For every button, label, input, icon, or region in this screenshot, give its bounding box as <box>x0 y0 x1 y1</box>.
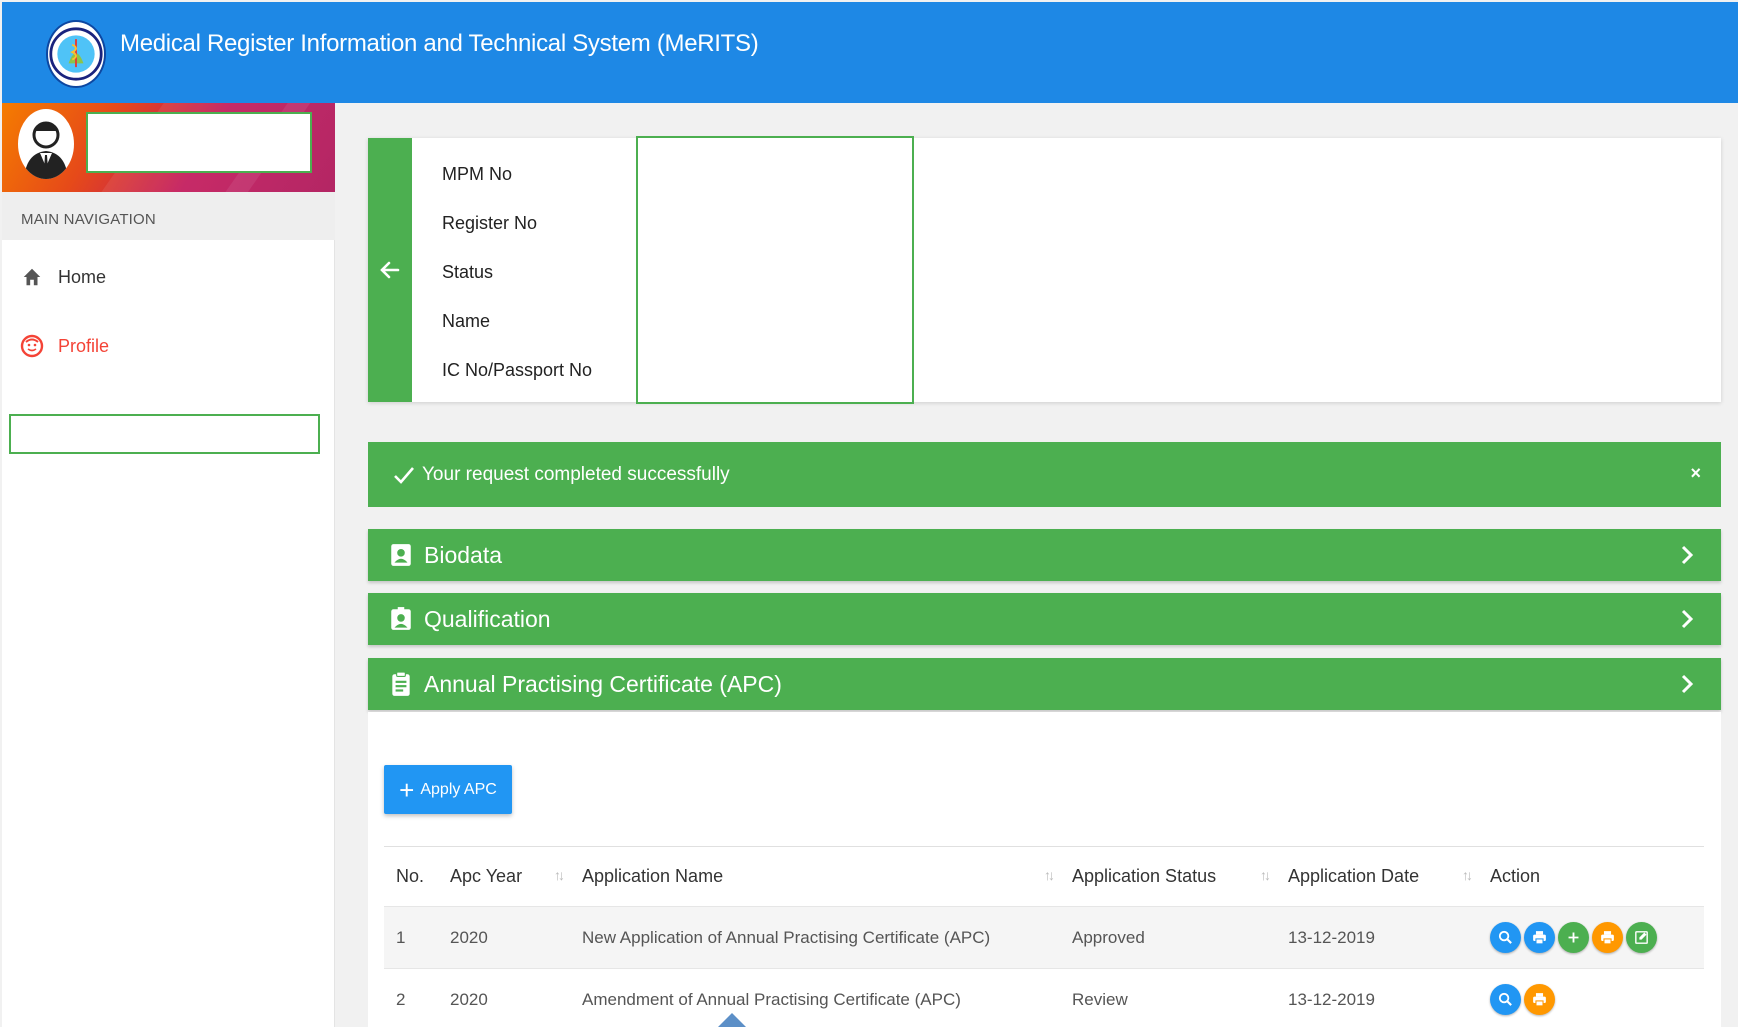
sidebar-item-label: Profile <box>58 335 110 356</box>
cell-no: 1 <box>384 906 438 969</box>
sort-icon: ↑↓ <box>1260 867 1271 883</box>
success-alert: Your request completed successfully × <box>368 442 1721 507</box>
edit-button[interactable] <box>1626 922 1657 953</box>
table-row: 2 2020 Amendment of Annual Practising Ce… <box>384 968 1704 1027</box>
col-apc-year[interactable]: Apc Year ↑↓ <box>438 846 570 907</box>
view-button[interactable] <box>1490 922 1521 953</box>
cell-date: 13-12-2019 <box>1276 906 1478 969</box>
tooltip-pointer <box>718 1013 746 1027</box>
printer-icon <box>1601 931 1614 945</box>
alert-message: Your request completed successfully <box>422 463 730 485</box>
cell-actions <box>1478 968 1704 1027</box>
check-icon <box>394 466 414 484</box>
cell-status: Review <box>1060 968 1276 1027</box>
search-icon <box>1498 930 1512 944</box>
profile-card: MPM No Register No Status Name IC No/Pas… <box>368 136 1721 404</box>
panel-label: Qualification <box>424 605 551 632</box>
edit-icon <box>1635 931 1648 944</box>
plus-icon: + <box>399 774 415 805</box>
chevron-right-icon <box>1681 674 1694 694</box>
user-panel <box>2 103 335 192</box>
arrow-left-icon <box>380 261 400 279</box>
cell-no: 2 <box>384 968 438 1027</box>
col-action: Action <box>1478 846 1704 907</box>
label-name: Name <box>442 311 491 331</box>
badge-icon <box>391 607 411 630</box>
nav-header: MAIN NAVIGATION <box>2 192 335 240</box>
sort-icon: ↑↓ <box>1044 867 1055 883</box>
print-button[interactable] <box>1524 922 1555 953</box>
home-icon <box>20 265 44 289</box>
close-icon[interactable]: × <box>1690 463 1701 484</box>
user-name-box <box>86 112 312 173</box>
chevron-right-icon <box>1681 609 1694 629</box>
sidebar: MAIN NAVIGATION Home Profile <box>2 103 335 1027</box>
print-certificate-button[interactable] <box>1592 922 1623 953</box>
printer-icon <box>1533 993 1546 1007</box>
panel-biodata[interactable]: Biodata <box>368 529 1721 581</box>
add-button[interactable] <box>1558 922 1589 953</box>
label-register-no: Register No <box>442 213 538 233</box>
sidebar-item-profile[interactable]: Profile <box>2 321 335 371</box>
cell-name: Amendment of Annual Practising Certifica… <box>570 968 1060 1027</box>
label-status: Status <box>442 262 494 282</box>
print-certificate-button[interactable] <box>1524 984 1555 1016</box>
back-button[interactable] <box>368 138 412 402</box>
view-button[interactable] <box>1490 984 1521 1016</box>
sidebar-item-home[interactable]: Home <box>2 252 335 302</box>
cell-year: 2020 <box>438 968 570 1027</box>
col-application-name[interactable]: Application Name ↑↓ <box>570 846 1060 907</box>
apc-content: + Apply APC No. Apc Year ↑↓ Application N… <box>368 712 1721 1027</box>
clipboard-icon <box>392 671 410 696</box>
col-application-date[interactable]: Application Date ↑↓ <box>1276 846 1478 907</box>
printer-icon <box>1533 931 1546 945</box>
profile-values-box <box>636 136 914 404</box>
panel-qualification[interactable]: Qualification <box>368 593 1721 645</box>
col-no[interactable]: No. <box>384 846 438 907</box>
plus-icon <box>1568 932 1579 943</box>
avatar-icon <box>18 109 74 179</box>
face-icon <box>20 334 44 358</box>
sort-icon: ↑↓ <box>554 867 565 883</box>
logo-icon <box>46 20 106 88</box>
top-header: Medical Register Information and Technic… <box>2 2 1738 103</box>
panel-apc[interactable]: Annual Practising Certificate (APC) <box>368 658 1721 710</box>
label-mpm-no: MPM No <box>442 164 513 184</box>
chevron-right-icon <box>1681 545 1694 565</box>
table-header-row: No. Apc Year ↑↓ Application Name ↑↓ Applic… <box>384 846 1704 907</box>
panel-label: Biodata <box>424 541 503 568</box>
cell-actions <box>1478 906 1704 969</box>
panel-label: Annual Practising Certificate (APC) <box>424 670 782 697</box>
sort-icon: ↑↓ <box>1462 867 1473 883</box>
sidebar-search-box[interactable] <box>9 414 320 454</box>
app-title: Medical Register Information and Technic… <box>120 30 759 57</box>
cell-year: 2020 <box>438 906 570 969</box>
table-row: 1 2020 New Application of Annual Practis… <box>384 906 1704 969</box>
profile-labels: MPM No Register No Status Name IC No/Pas… <box>442 158 592 403</box>
sidebar-item-label: Home <box>58 266 107 287</box>
label-ic-passport: IC No/Passport No <box>442 360 593 380</box>
apply-apc-button[interactable]: + Apply APC <box>384 765 512 814</box>
cell-status: Approved <box>1060 906 1276 969</box>
apc-table: No. Apc Year ↑↓ Application Name ↑↓ Applic… <box>384 846 1704 1027</box>
apply-apc-label: Apply APC <box>420 780 497 798</box>
col-application-status[interactable]: Application Status ↑↓ <box>1060 846 1276 907</box>
cell-name: New Application of Annual Practising Cer… <box>570 906 1060 969</box>
cell-date: 13-12-2019 <box>1276 968 1478 1027</box>
contact-card-icon <box>391 544 411 566</box>
search-icon <box>1498 993 1512 1007</box>
